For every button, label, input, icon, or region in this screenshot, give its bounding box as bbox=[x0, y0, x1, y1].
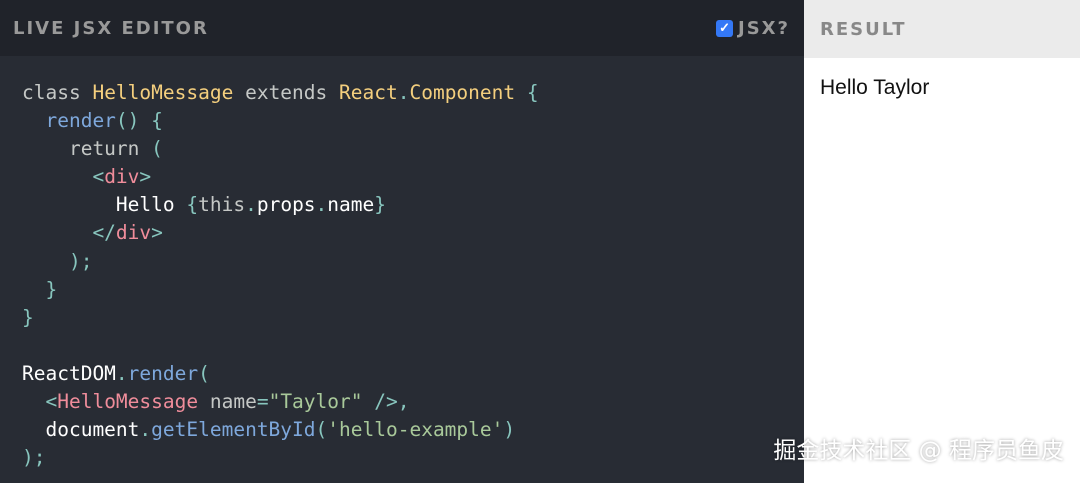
code-token: . bbox=[315, 193, 328, 217]
code-token: "Taylor" bbox=[268, 390, 363, 414]
code-token: { bbox=[515, 81, 539, 104]
code-token: HelloMessage bbox=[57, 390, 199, 414]
code-token: > bbox=[139, 165, 152, 189]
watermark: 掘金技术社区 @ 程序员鱼皮 bbox=[773, 438, 1064, 464]
code-token: props bbox=[256, 193, 316, 217]
code-line: ReactDOM.render( bbox=[22, 360, 539, 388]
code-token: render bbox=[22, 109, 116, 133]
code-line: return ( bbox=[22, 135, 539, 163]
code-token: Component bbox=[409, 81, 516, 104]
code-token: class bbox=[22, 81, 93, 104]
code-token: document bbox=[22, 418, 140, 442]
code-token: = bbox=[256, 390, 269, 414]
live-jsx-editor: LIVE JSX EDITOR ✓ JSX? class HelloMessag… bbox=[0, 0, 804, 483]
code-token: . bbox=[245, 193, 257, 217]
code-line: document.getElementById('hello-example') bbox=[22, 416, 539, 444]
code-token: { bbox=[186, 193, 199, 217]
code-token: React bbox=[339, 81, 398, 104]
jsx-toggle[interactable]: ✓ JSX? bbox=[716, 18, 790, 39]
code-token: ( bbox=[315, 418, 328, 442]
code-editor[interactable]: class HelloMessage extends React.Compone… bbox=[22, 79, 539, 472]
code-token: ReactDOM bbox=[22, 361, 116, 385]
code-token: ( bbox=[198, 361, 210, 385]
result-header: RESULT bbox=[804, 0, 1080, 58]
code-token: name bbox=[198, 390, 257, 414]
code-line: } bbox=[22, 276, 539, 304]
code-token: name bbox=[327, 193, 375, 217]
code-token: } bbox=[22, 277, 58, 301]
jsx-checkbox[interactable]: ✓ bbox=[716, 19, 734, 37]
code-token: 'hello-example' bbox=[327, 418, 504, 442]
jsx-label: JSX? bbox=[738, 17, 790, 39]
code-token: div bbox=[115, 221, 152, 245]
code-token: ) bbox=[503, 418, 516, 442]
code-token: } bbox=[374, 193, 387, 217]
code-token: HelloMessage bbox=[92, 81, 234, 104]
code-line: ); bbox=[22, 444, 539, 472]
code-line: } bbox=[22, 304, 539, 332]
code-token: extends bbox=[233, 81, 340, 104]
code-line: <div> bbox=[22, 163, 539, 191]
code-token: ); bbox=[22, 249, 93, 273]
code-token: return bbox=[22, 137, 152, 161]
code-token: this bbox=[198, 193, 246, 217]
checkmark-icon: ✓ bbox=[719, 20, 730, 35]
code-token: . bbox=[397, 81, 410, 104]
code-token: div bbox=[104, 165, 140, 189]
code-token: ); bbox=[22, 446, 46, 470]
code-line: <HelloMessage name="Taylor" />, bbox=[22, 388, 539, 416]
code-token: . bbox=[139, 418, 152, 442]
code-line: class HelloMessage extends React.Compone… bbox=[22, 79, 539, 107]
result-output: Hello Taylor bbox=[820, 76, 930, 99]
result-title: RESULT bbox=[820, 18, 907, 40]
code-line: </div> bbox=[22, 219, 539, 247]
code-token: ( bbox=[151, 137, 163, 161]
editor-header: LIVE JSX EDITOR ✓ JSX? bbox=[0, 0, 804, 56]
code-token: } bbox=[22, 305, 34, 329]
code-line: ); bbox=[22, 248, 539, 276]
result-panel: RESULT Hello Taylor bbox=[804, 0, 1080, 483]
code-line: render() { bbox=[22, 107, 539, 135]
code-token: Hello bbox=[22, 193, 187, 217]
editor-title: LIVE JSX EDITOR bbox=[13, 17, 209, 39]
code-token: < bbox=[22, 165, 105, 189]
code-token: </ bbox=[22, 221, 116, 245]
code-line: Hello {this.props.name} bbox=[22, 191, 539, 219]
code-token: getElementById bbox=[151, 418, 316, 442]
code-token: render bbox=[127, 361, 199, 385]
code-token: />, bbox=[362, 390, 410, 414]
code-token: > bbox=[151, 221, 163, 245]
code-line bbox=[22, 332, 539, 360]
code-token: . bbox=[115, 361, 128, 385]
code-token: < bbox=[22, 390, 58, 414]
code-token: () { bbox=[115, 109, 163, 133]
